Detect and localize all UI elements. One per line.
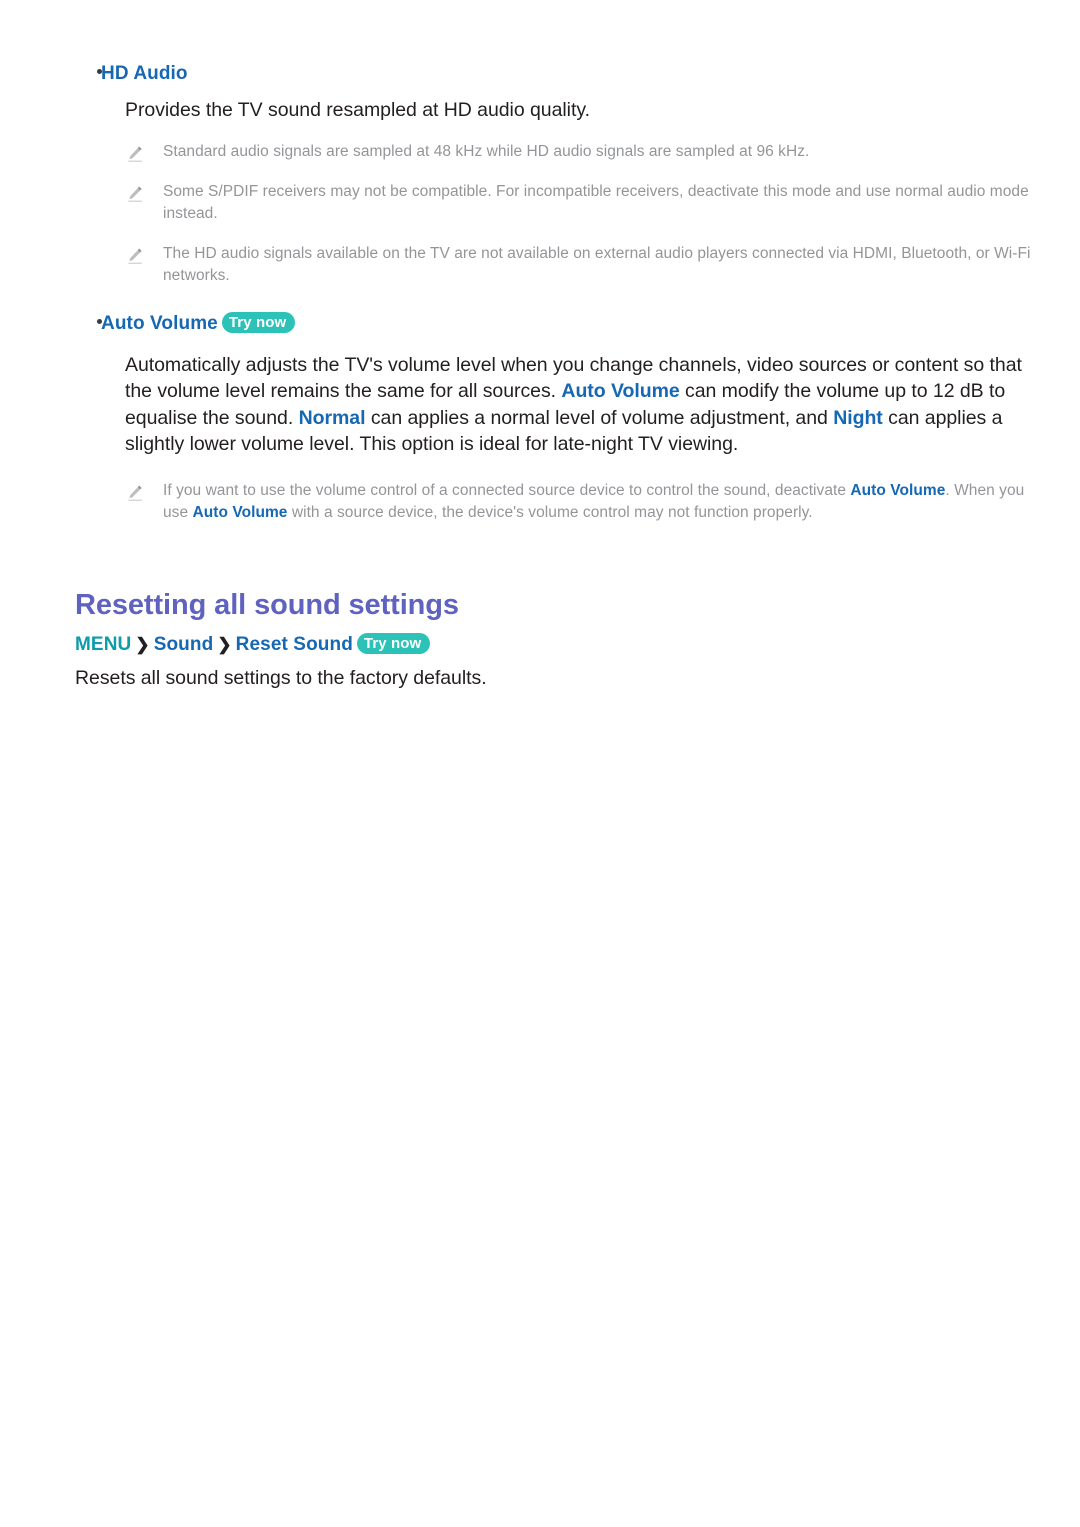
note-hd-audio-1: Standard audio signals are sampled at 48… <box>125 141 1037 164</box>
chevron-right-icon: ❯ <box>217 634 232 654</box>
note-text: If you want to use the volume control of… <box>163 480 1037 525</box>
bullet-dot-icon <box>75 310 101 338</box>
bullet-dot-icon <box>75 60 101 88</box>
section-reset-sound: Resetting all sound settings MENU ❯ Sound ❯… <box>75 587 1037 692</box>
auto-volume-description: Automatically adjusts the TV's volume le… <box>125 352 1037 458</box>
breadcrumb-item-reset-sound[interactable]: Reset Sound <box>236 634 353 655</box>
try-now-badge[interactable]: Try now <box>356 632 431 654</box>
para-text-3: can applies a normal level of volume adj… <box>365 406 834 429</box>
pencil-icon <box>125 181 163 204</box>
manual-page: HD Audio Provides the TV sound resampled… <box>0 0 1080 1527</box>
hd-audio-description: Provides the TV sound resampled at HD au… <box>125 99 590 121</box>
keyword-auto-volume[interactable]: Auto Volume <box>850 482 945 499</box>
bullet-label-text: Auto Volume <box>101 312 218 334</box>
try-now-badge[interactable]: Try now <box>221 311 296 333</box>
breadcrumb-item-sound[interactable]: Sound <box>154 634 214 655</box>
note-text-3: with a source device, the device's volum… <box>287 504 813 521</box>
note-hd-audio-3: The HD audio signals available on the TV… <box>125 243 1037 288</box>
keyword-normal[interactable]: Normal <box>299 407 366 429</box>
bullet-label-auto-volume[interactable]: Auto Volume Try now <box>101 310 296 338</box>
keyword-auto-volume[interactable]: Auto Volume <box>193 504 288 521</box>
note-text: Some S/PDIF receivers may not be compati… <box>163 182 1029 223</box>
chevron-right-icon: ❯ <box>135 634 150 654</box>
keyword-night[interactable]: Night <box>833 407 883 429</box>
pencil-icon <box>125 243 163 266</box>
breadcrumb-menu[interactable]: MENU <box>75 634 131 655</box>
keyword-auto-volume[interactable]: Auto Volume <box>561 380 679 402</box>
breadcrumb: MENU ❯ Sound ❯ Reset Sound Try now <box>75 631 1037 658</box>
note-text: The HD audio signals available on the TV… <box>163 244 1031 285</box>
note-text-1: If you want to use the volume control of… <box>163 481 851 499</box>
pencil-icon <box>125 480 163 503</box>
note-auto-volume: If you want to use the volume control of… <box>125 480 1037 525</box>
page-content: HD Audio Provides the TV sound resampled… <box>75 60 1037 692</box>
page-title: Resetting all sound settings <box>75 588 459 621</box>
bullet-label-hd-audio[interactable]: HD Audio <box>101 60 188 88</box>
bullet-item-auto-volume: Auto Volume Try now <box>75 310 1037 338</box>
reset-sound-description: Resets all sound settings to the factory… <box>75 666 487 689</box>
note-text: Standard audio signals are sampled at 48… <box>163 142 810 160</box>
bullet-item-hd-audio: HD Audio <box>75 60 1037 88</box>
note-hd-audio-2: Some S/PDIF receivers may not be compati… <box>125 181 1037 226</box>
pencil-icon <box>125 141 163 164</box>
